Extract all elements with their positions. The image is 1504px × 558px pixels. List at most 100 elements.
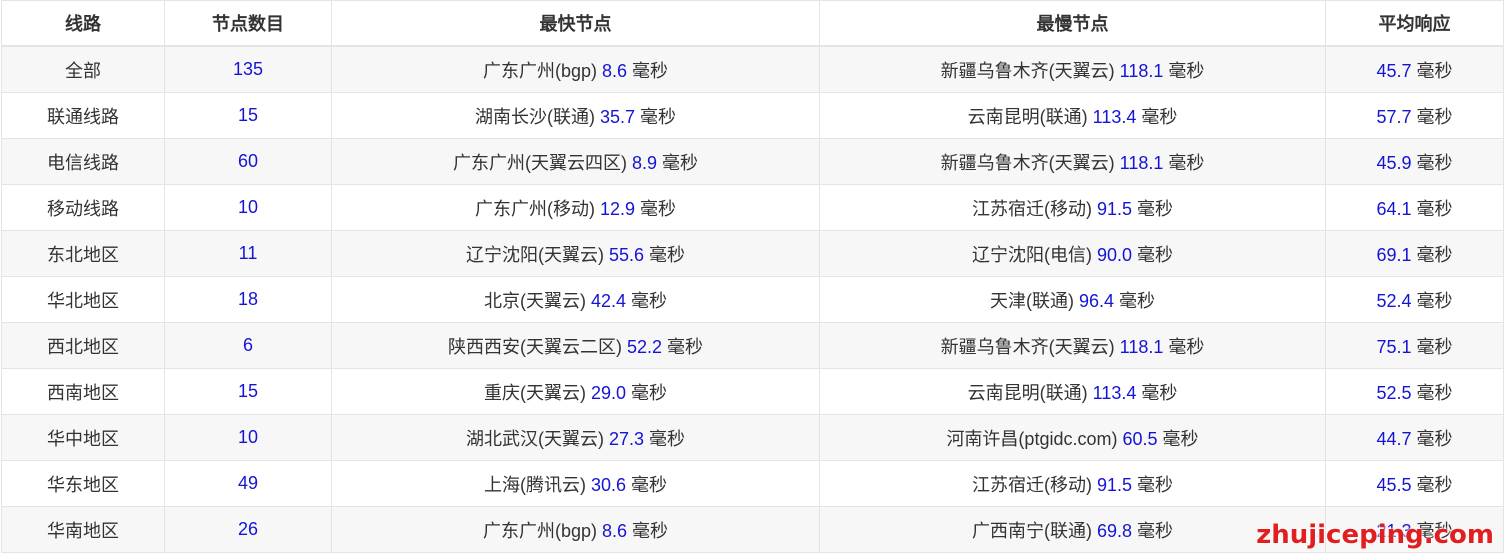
cell-fastest-node: 湖北武汉(天翼云) 27.3 毫秒 [331,414,820,461]
slowest-node-ms: 96.4 [1078,290,1115,311]
slowest-node-ms: 118.1 [1119,152,1164,173]
ms-unit: 毫秒 [631,290,668,311]
node-count-value: 11 [238,243,258,263]
fastest-node-name: 北京(天翼云) [483,290,586,311]
table-row: 华中地区 10 湖北武汉(天翼云) 27.3 毫秒 河南许昌(ptgidc.com) … [1,414,1504,461]
ms-unit: 毫秒 [1141,382,1178,403]
fastest-node-ms: 35.7 [599,106,636,127]
fastest-node-name: 重庆(天翼云) [483,382,586,403]
ms-unit: 毫秒 [662,152,699,173]
cell-node-count: 15 [164,368,332,415]
cell-line: 西北地区 [1,322,165,369]
cell-line: 华南地区 [1,506,165,553]
slowest-node-ms: 113.4 [1092,382,1137,403]
cell-average-response: 45.7 毫秒 [1325,45,1504,93]
cell-slowest-node: 天津(联通) 96.4 毫秒 [819,276,1326,323]
table-row: 华北地区 18 北京(天翼云) 42.4 毫秒 天津(联通) 96.4 毫秒 52.4 … [1,276,1504,323]
cell-node-count: 10 [164,414,332,461]
average-response-ms: 45.7 [1376,60,1412,81]
node-count-value: 135 [232,59,264,79]
table-row: 西北地区 6 陕西西安(天翼云二区) 52.2 毫秒 新疆乌鲁木齐(天翼云) 118.… [1,322,1504,369]
fastest-node-ms: 8.6 [602,60,628,81]
cell-average-response: 52.4 毫秒 [1325,276,1504,323]
cell-fastest-node: 广东广州(移动) 12.9 毫秒 [331,184,820,231]
slowest-node-ms: 118.1 [1119,60,1164,81]
slowest-node-name: 天津(联通) [989,290,1074,311]
slowest-node-name: 河南许昌(ptgidc.com) [946,428,1118,449]
header-fastest-node: 最快节点 [331,0,820,47]
node-count-value: 60 [237,151,259,171]
header-row: 线路 节点数目 最快节点 最慢节点 平均响应 [1,0,1504,47]
node-count-value: 18 [237,289,259,309]
header-slowest-node: 最慢节点 [819,0,1326,47]
slowest-node-name: 云南昆明(联通) [967,106,1088,127]
fastest-node-ms: 30.6 [590,474,627,495]
cell-slowest-node: 新疆乌鲁木齐(天翼云) 118.1 毫秒 [819,138,1326,185]
cell-fastest-node: 湖南长沙(联通) 35.7 毫秒 [331,92,820,139]
slowest-node-name: 云南昆明(联通) [967,382,1088,403]
slowest-node-name: 新疆乌鲁木齐(天翼云) [940,60,1115,81]
ms-unit: 毫秒 [649,428,686,449]
average-response-ms: 75.1 [1376,336,1412,357]
fastest-node-name: 广东广州(天翼云四区) [452,152,627,173]
average-response-ms: 64.1 [1376,198,1412,219]
fastest-node-name: 湖北武汉(天翼云) [465,428,604,449]
fastest-node-ms: 55.6 [608,244,645,265]
table-row: 移动线路 10 广东广州(移动) 12.9 毫秒 江苏宿迁(移动) 91.5 毫秒 64… [1,184,1504,231]
fastest-node-name: 湖南长沙(联通) [474,106,595,127]
cell-average-response: 45.9 毫秒 [1325,138,1504,185]
ms-unit: 毫秒 [1416,290,1453,311]
cell-line: 联通线路 [1,92,165,139]
cell-line: 电信线路 [1,138,165,185]
fastest-node-name: 辽宁沈阳(天翼云) [465,244,604,265]
cell-slowest-node: 河南许昌(ptgidc.com) 60.5 毫秒 [819,414,1326,461]
fastest-node-name: 陕西西安(天翼云二区) [447,336,622,357]
average-response-ms: 69.1 [1376,244,1412,265]
cell-average-response: 44.7 毫秒 [1325,414,1504,461]
ms-unit: 毫秒 [1168,60,1205,81]
cell-slowest-node: 新疆乌鲁木齐(天翼云) 118.1 毫秒 [819,45,1326,93]
fastest-node-name: 广东广州(移动) [474,198,595,219]
cell-fastest-node: 北京(天翼云) 42.4 毫秒 [331,276,820,323]
cell-slowest-node: 广西南宁(联通) 69.8 毫秒 [819,506,1326,553]
ms-unit: 毫秒 [640,198,677,219]
cell-node-count: 10 [164,184,332,231]
fastest-node-ms: 8.9 [631,152,658,173]
node-count-value: 15 [237,105,259,125]
ms-unit: 毫秒 [1141,106,1178,127]
table-row: 华东地区 49 上海(腾讯云) 30.6 毫秒 江苏宿迁(移动) 91.5 毫秒 45.… [1,460,1504,507]
cell-line: 华北地区 [1,276,165,323]
fastest-node-ms: 42.4 [590,290,627,311]
fastest-node-name: 广东广州(bgp) [482,60,597,81]
cell-average-response: 52.5 毫秒 [1325,368,1504,415]
cell-node-count: 26 [164,506,332,553]
slowest-node-ms: 90.0 [1096,244,1133,265]
ms-unit: 毫秒 [632,60,669,81]
slowest-node-ms: 113.4 [1092,106,1137,127]
ms-unit: 毫秒 [631,474,668,495]
average-response-ms: 44.7 [1376,428,1412,449]
slowest-node-ms: 91.5 [1096,474,1133,495]
ms-unit: 毫秒 [1137,244,1174,265]
cell-line: 西南地区 [1,368,165,415]
slowest-node-name: 江苏宿迁(移动) [971,474,1092,495]
cell-fastest-node: 重庆(天翼云) 29.0 毫秒 [331,368,820,415]
ms-unit: 毫秒 [640,106,677,127]
cell-node-count: 49 [164,460,332,507]
cell-fastest-node: 广东广州(bgp) 8.6 毫秒 [331,506,820,553]
ms-unit: 毫秒 [631,382,668,403]
node-count-value: 10 [237,197,259,217]
cell-fastest-node: 广东广州(bgp) 8.6 毫秒 [331,45,820,93]
table-row: 联通线路 15 湖南长沙(联通) 35.7 毫秒 云南昆明(联通) 113.4 毫秒 5… [1,92,1504,139]
ms-unit: 毫秒 [1416,106,1453,127]
ms-unit: 毫秒 [1416,198,1453,219]
cell-average-response: 45.5 毫秒 [1325,460,1504,507]
cell-average-response: 75.1 毫秒 [1325,322,1504,369]
slowest-node-ms: 60.5 [1122,428,1158,449]
header-average-response: 平均响应 [1325,0,1504,47]
ms-unit: 毫秒 [1416,60,1453,81]
cell-slowest-node: 云南昆明(联通) 113.4 毫秒 [819,368,1326,415]
slowest-node-ms: 118.1 [1119,336,1164,357]
table-row: 东北地区 11 辽宁沈阳(天翼云) 55.6 毫秒 辽宁沈阳(电信) 90.0 毫秒 6… [1,230,1504,277]
slowest-node-name: 新疆乌鲁木齐(天翼云) [940,336,1115,357]
